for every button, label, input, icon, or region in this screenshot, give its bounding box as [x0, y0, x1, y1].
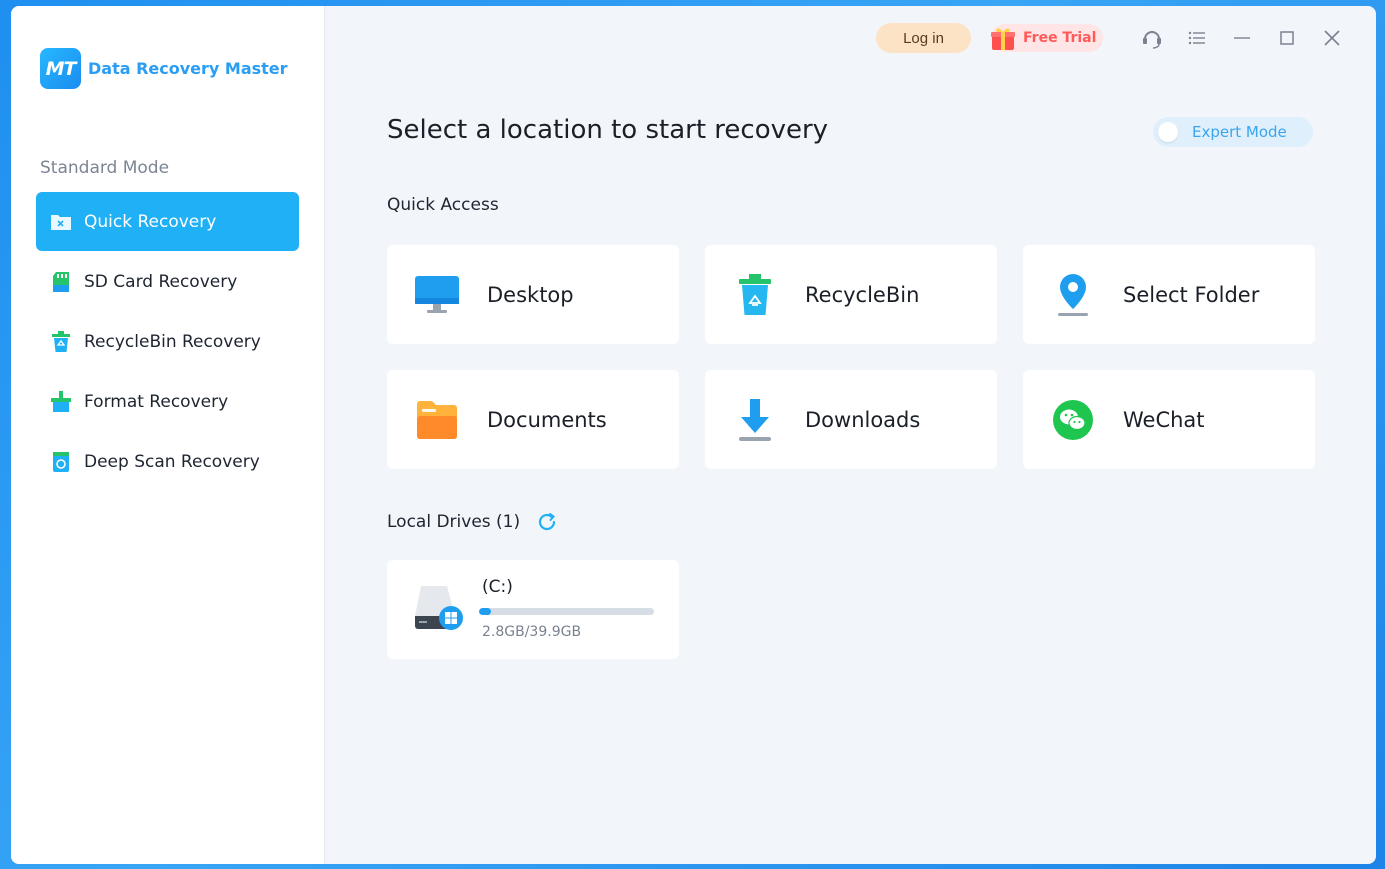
deep-scan-icon	[50, 451, 72, 473]
desktop-icon	[413, 271, 461, 319]
quick-access-desktop[interactable]: Desktop	[387, 245, 679, 344]
support-icon[interactable]	[1129, 23, 1174, 53]
download-icon	[731, 396, 779, 444]
quick-access-downloads[interactable]: Downloads	[705, 370, 997, 469]
gift-icon	[991, 28, 1015, 50]
app-name: Data Recovery Master	[88, 59, 288, 78]
quick-access-documents[interactable]: Documents	[387, 370, 679, 469]
sidebar-item-label: Format Recovery	[84, 391, 229, 412]
maximize-icon[interactable]	[1264, 23, 1309, 53]
local-drives-label: Local Drives (1)	[387, 512, 521, 532]
page-title: Select a location to start recovery	[387, 115, 829, 145]
drive-usage-fill	[479, 608, 492, 615]
sd-card-icon	[50, 271, 72, 293]
toggle-knob	[1158, 122, 1178, 142]
quick-access-select-folder[interactable]: Select Folder	[1023, 245, 1315, 344]
sidebar-nav: Quick Recovery SD Card Recovery RecycleB…	[36, 192, 299, 492]
app-window: MT Data Recovery Master Standard Mode Qu…	[11, 6, 1376, 864]
sidebar: MT Data Recovery Master Standard Mode Qu…	[11, 6, 325, 864]
expert-mode-label: Expert Mode	[1192, 123, 1287, 141]
close-icon[interactable]	[1309, 23, 1354, 53]
sidebar-item-quick-recovery[interactable]: Quick Recovery	[36, 192, 299, 251]
wechat-icon	[1049, 396, 1097, 444]
logo-mark-icon: MT	[40, 48, 81, 89]
drive-name: (C:)	[482, 577, 513, 597]
sidebar-item-sd-card-recovery[interactable]: SD Card Recovery	[36, 252, 299, 311]
drive-usage-bar	[479, 608, 654, 615]
title-bar: Log in Free Trial	[876, 23, 1354, 53]
sidebar-item-recyclebin-recovery[interactable]: RecycleBin Recovery	[36, 312, 299, 371]
app-logo: MT Data Recovery Master	[40, 48, 288, 89]
expert-mode-toggle[interactable]: Expert Mode	[1153, 117, 1313, 147]
card-label: Downloads	[805, 407, 921, 432]
local-drives-heading: Local Drives (1)	[387, 511, 558, 533]
drive-card-c[interactable]: (C:) 2.8GB/39.9GB	[387, 560, 679, 659]
hard-drive-icon	[415, 586, 463, 630]
sidebar-item-label: RecycleBin Recovery	[84, 331, 261, 352]
menu-icon[interactable]	[1174, 23, 1219, 53]
location-pin-icon	[1049, 271, 1097, 319]
recycle-bin-icon	[50, 330, 72, 353]
documents-folder-icon	[413, 396, 461, 444]
sidebar-item-format-recovery[interactable]: Format Recovery	[36, 372, 299, 431]
card-label: Documents	[487, 407, 607, 432]
recycle-bin-icon	[731, 271, 779, 319]
drive-size: 2.8GB/39.9GB	[482, 624, 582, 640]
main-panel: Log in Free Trial Select a location to s…	[325, 6, 1376, 864]
card-label: WeChat	[1123, 407, 1205, 432]
mode-label: Standard Mode	[40, 158, 170, 178]
sidebar-item-label: SD Card Recovery	[84, 271, 238, 292]
quick-access-grid: Desktop RecycleBin Select Folder Documen…	[387, 245, 1315, 469]
minimize-icon[interactable]	[1219, 23, 1264, 53]
format-icon	[50, 390, 72, 413]
quick-access-recyclebin[interactable]: RecycleBin	[705, 245, 997, 344]
sidebar-item-label: Quick Recovery	[84, 211, 217, 232]
free-trial-button[interactable]: Free Trial	[991, 24, 1103, 52]
quick-access-heading: Quick Access	[387, 195, 499, 215]
card-label: Desktop	[487, 282, 574, 307]
login-button[interactable]: Log in	[876, 23, 971, 53]
sidebar-item-deep-scan-recovery[interactable]: Deep Scan Recovery	[36, 432, 299, 491]
card-label: RecycleBin	[805, 282, 920, 307]
card-label: Select Folder	[1123, 282, 1260, 307]
quick-access-wechat[interactable]: WeChat	[1023, 370, 1315, 469]
sidebar-item-label: Deep Scan Recovery	[84, 451, 260, 472]
folder-x-icon	[50, 211, 72, 233]
refresh-icon[interactable]	[536, 511, 558, 533]
free-trial-label: Free Trial	[1023, 30, 1097, 46]
